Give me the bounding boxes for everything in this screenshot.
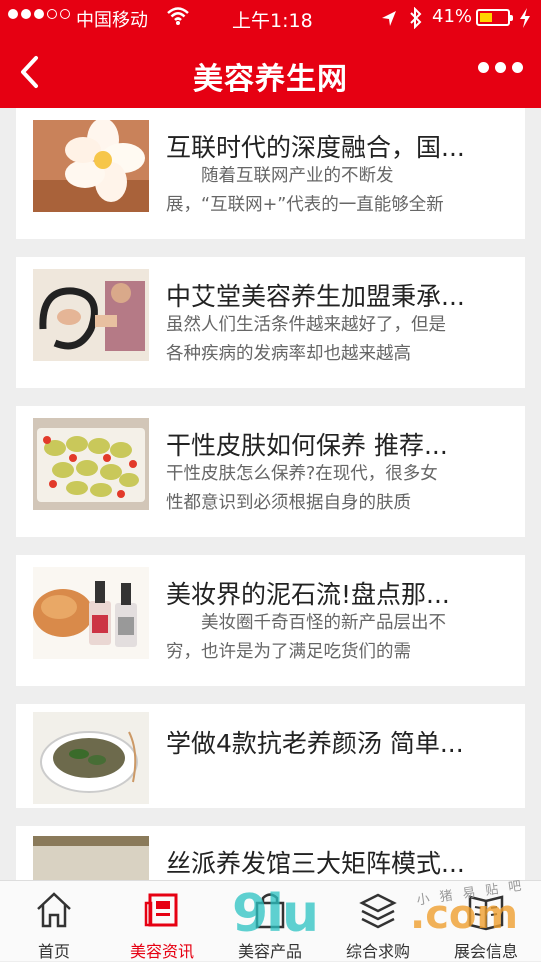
article-thumbnail bbox=[33, 836, 149, 880]
article-summary: 干性皮肤怎么保养?在现代，很多女 性都意识到必须根据自身的肤质 bbox=[166, 464, 438, 513]
article-thumbnail bbox=[33, 567, 149, 659]
article-title: 互联时代的深度融合，国... bbox=[166, 133, 465, 162]
article-thumbnail bbox=[33, 712, 149, 804]
article-thumbnail bbox=[33, 418, 149, 510]
article-card[interactable]: 美妆界的泥石流!盘点那... 美妆圈千奇百怪的新产品层出不 穷，也许是为了满足吃… bbox=[16, 555, 525, 686]
tab-home[interactable]: 首页 bbox=[0, 881, 108, 961]
battery-percent: 41% bbox=[432, 6, 473, 27]
app-header: 美容养生网 bbox=[0, 36, 541, 108]
watermark-logo: 9lu bbox=[232, 884, 319, 944]
tab-beauty-news[interactable]: 美容资讯 bbox=[108, 881, 216, 961]
location-icon bbox=[382, 11, 396, 26]
article-thumbnail bbox=[33, 120, 149, 212]
article-card[interactable]: 丝派养发馆三大矩阵模式... bbox=[16, 826, 525, 880]
charging-icon bbox=[520, 8, 530, 28]
more-options-icon[interactable] bbox=[478, 62, 523, 73]
news-icon bbox=[144, 893, 178, 927]
signal-strength-icon bbox=[8, 9, 70, 19]
article-title: 丝派养发馆三大矩阵模式... bbox=[166, 849, 465, 878]
article-title: 美妆界的泥石流!盘点那... bbox=[166, 580, 450, 609]
article-title: 中艾堂美容养生加盟秉承... bbox=[166, 282, 465, 311]
article-card[interactable]: 学做4款抗老养颜汤 简单... bbox=[16, 704, 525, 808]
carrier-label: 中国移动 bbox=[76, 10, 148, 31]
article-thumbnail bbox=[33, 269, 149, 361]
article-title: 干性皮肤如何保养 推荐... bbox=[166, 431, 448, 460]
status-bar: 中国移动 上午1:18 41% bbox=[0, 0, 541, 36]
bluetooth-icon bbox=[410, 7, 422, 29]
battery-icon bbox=[476, 9, 513, 26]
layers-icon bbox=[359, 893, 397, 929]
wifi-icon bbox=[167, 7, 189, 25]
article-summary: 随着互联网产业的不断发 展，“互联网+”代表的一直能够全新 bbox=[166, 166, 444, 215]
home-icon bbox=[37, 892, 71, 928]
article-card[interactable]: 干性皮肤如何保养 推荐... 干性皮肤怎么保养?在现代，很多女 性都意识到必须根… bbox=[16, 406, 525, 537]
page-title: 美容养生网 bbox=[193, 62, 348, 97]
article-card[interactable]: 互联时代的深度融合，国... 随着互联网产业的不断发 展，“互联网+”代表的一直… bbox=[16, 108, 525, 239]
article-title: 学做4款抗老养颜汤 简单... bbox=[166, 729, 464, 758]
article-summary: 美妆圈千奇百怪的新产品层出不 穷，也许是为了满足吃货们的需 bbox=[166, 613, 446, 662]
clock: 上午1:18 bbox=[232, 10, 313, 32]
article-card[interactable]: 中艾堂美容养生加盟秉承... 虽然人们生活条件越来越好了，但是 各种疾病的发病率… bbox=[16, 257, 525, 388]
article-summary: 虽然人们生活条件越来越好了，但是 各种疾病的发病率却也越来越高 bbox=[166, 315, 446, 364]
